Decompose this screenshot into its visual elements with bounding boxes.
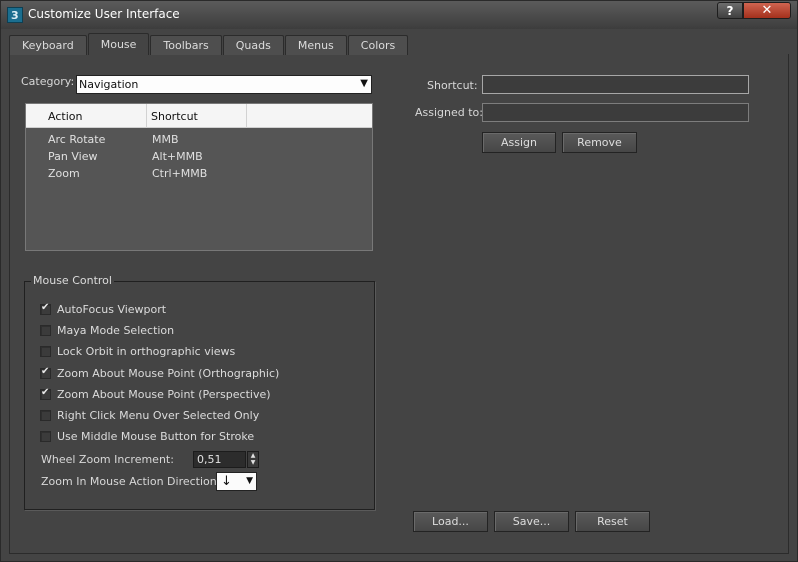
checkbox-label: Zoom About Mouse Point (Orthographic) [57, 367, 280, 380]
window-title: Customize User Interface [28, 7, 180, 21]
tab-quads[interactable]: Quads [222, 35, 284, 55]
window-controls: ? ✕ [717, 2, 791, 19]
assigned-to-label: Assigned to: [415, 106, 483, 119]
save-button[interactable]: Save... [494, 511, 569, 532]
checkbox-label: Maya Mode Selection [57, 324, 175, 337]
list-item[interactable]: Arc Rotate MMB [26, 132, 372, 149]
title-bar[interactable]: 3 Customize User Interface ? ✕ [1, 1, 797, 29]
category-value: Navigation [79, 78, 139, 91]
checkbox-label: Zoom About Mouse Point (Perspective) [57, 388, 271, 401]
checkbox-label: Use Middle Mouse Button for Stroke [57, 430, 255, 443]
zoom-direction-label: Zoom In Mouse Action Direction: [41, 475, 221, 488]
mouse-control-title: Mouse Control [31, 274, 114, 287]
action-cell: Pan View [48, 150, 98, 163]
tab-menus[interactable]: Menus [284, 35, 347, 55]
tab-colors[interactable]: Colors [347, 35, 409, 55]
reset-button[interactable]: Reset [575, 511, 650, 532]
app-logo-icon: 3 [7, 7, 23, 23]
shortcut-cell: Ctrl+MMB [152, 167, 208, 180]
column-header-shortcut[interactable]: Shortcut [147, 104, 247, 128]
checkbox-checked-icon[interactable] [40, 387, 51, 400]
action-cell: Zoom [48, 167, 80, 180]
spinner-down-icon[interactable]: ▼ [248, 459, 258, 466]
checkbox-unchecked-icon[interactable] [40, 346, 51, 357]
shortcut-cell: MMB [152, 133, 179, 146]
category-label: Category: [21, 75, 75, 88]
close-button[interactable]: ✕ [743, 2, 791, 19]
checkbox-unchecked-icon[interactable] [40, 431, 51, 442]
tab-keyboard[interactable]: Keyboard [9, 35, 87, 55]
checkbox-label: Right Click Menu Over Selected Only [57, 409, 260, 422]
list-item[interactable]: Zoom Ctrl+MMB [26, 166, 372, 183]
wheel-zoom-label: Wheel Zoom Increment: [41, 453, 174, 466]
action-list[interactable]: Action Shortcut Arc Rotate MMB Pan View … [25, 103, 373, 251]
action-cell: Arc Rotate [48, 133, 106, 146]
assign-button[interactable]: Assign [482, 132, 556, 153]
shortcut-field[interactable] [482, 75, 749, 94]
checkbox-right-click-menu[interactable]: Right Click Menu Over Selected Only [40, 409, 259, 422]
checkbox-zoom-mouse-persp[interactable]: Zoom About Mouse Point (Perspective) [40, 387, 271, 401]
checkbox-maya-mode-selection[interactable]: Maya Mode Selection [40, 324, 174, 337]
shortcut-label: Shortcut: [427, 79, 478, 92]
wheel-zoom-spinner[interactable]: 0,51 ▲ ▼ [193, 451, 259, 468]
down-arrow-icon: ↓ [221, 474, 232, 489]
checkbox-label: Lock Orbit in orthographic views [57, 345, 236, 358]
checkbox-middle-mouse-stroke[interactable]: Use Middle Mouse Button for Stroke [40, 430, 254, 443]
action-list-header: Action Shortcut [26, 104, 372, 128]
zoom-direction-dropdown[interactable]: ↓ ▼ [216, 472, 257, 491]
column-header-action[interactable]: Action [26, 104, 147, 128]
checkbox-autofocus-viewport[interactable]: AutoFocus Viewport [40, 302, 167, 316]
chevron-down-icon: ▼ [360, 78, 368, 89]
remove-button[interactable]: Remove [562, 132, 637, 153]
checkbox-lock-orbit[interactable]: Lock Orbit in orthographic views [40, 345, 235, 358]
assigned-to-field[interactable] [482, 103, 749, 122]
checkbox-checked-icon[interactable] [40, 302, 51, 315]
tab-bar: Keyboard Mouse Toolbars Quads Menus Colo… [9, 33, 409, 55]
customize-ui-dialog: 3 Customize User Interface ? ✕ Keyboard … [0, 0, 798, 562]
chevron-down-icon: ▼ [246, 476, 253, 486]
tab-toolbars[interactable]: Toolbars [150, 35, 222, 55]
load-button[interactable]: Load... [413, 511, 488, 532]
list-item[interactable]: Pan View Alt+MMB [26, 149, 372, 166]
help-button[interactable]: ? [717, 2, 743, 19]
category-dropdown[interactable]: Navigation ▼ [76, 75, 372, 94]
checkbox-unchecked-icon[interactable] [40, 325, 51, 336]
action-list-rows: Arc Rotate MMB Pan View Alt+MMB Zoom Ctr… [26, 132, 372, 183]
checkbox-unchecked-icon[interactable] [40, 410, 51, 421]
tab-mouse[interactable]: Mouse [87, 33, 150, 55]
wheel-zoom-input[interactable]: 0,51 [193, 451, 246, 468]
checkbox-label: AutoFocus Viewport [57, 303, 167, 316]
spinner-arrows[interactable]: ▲ ▼ [247, 451, 259, 468]
checkbox-zoom-mouse-ortho[interactable]: Zoom About Mouse Point (Orthographic) [40, 366, 280, 380]
checkbox-checked-icon[interactable] [40, 366, 51, 379]
spinner-up-icon[interactable]: ▲ [248, 452, 258, 459]
shortcut-cell: Alt+MMB [152, 150, 203, 163]
